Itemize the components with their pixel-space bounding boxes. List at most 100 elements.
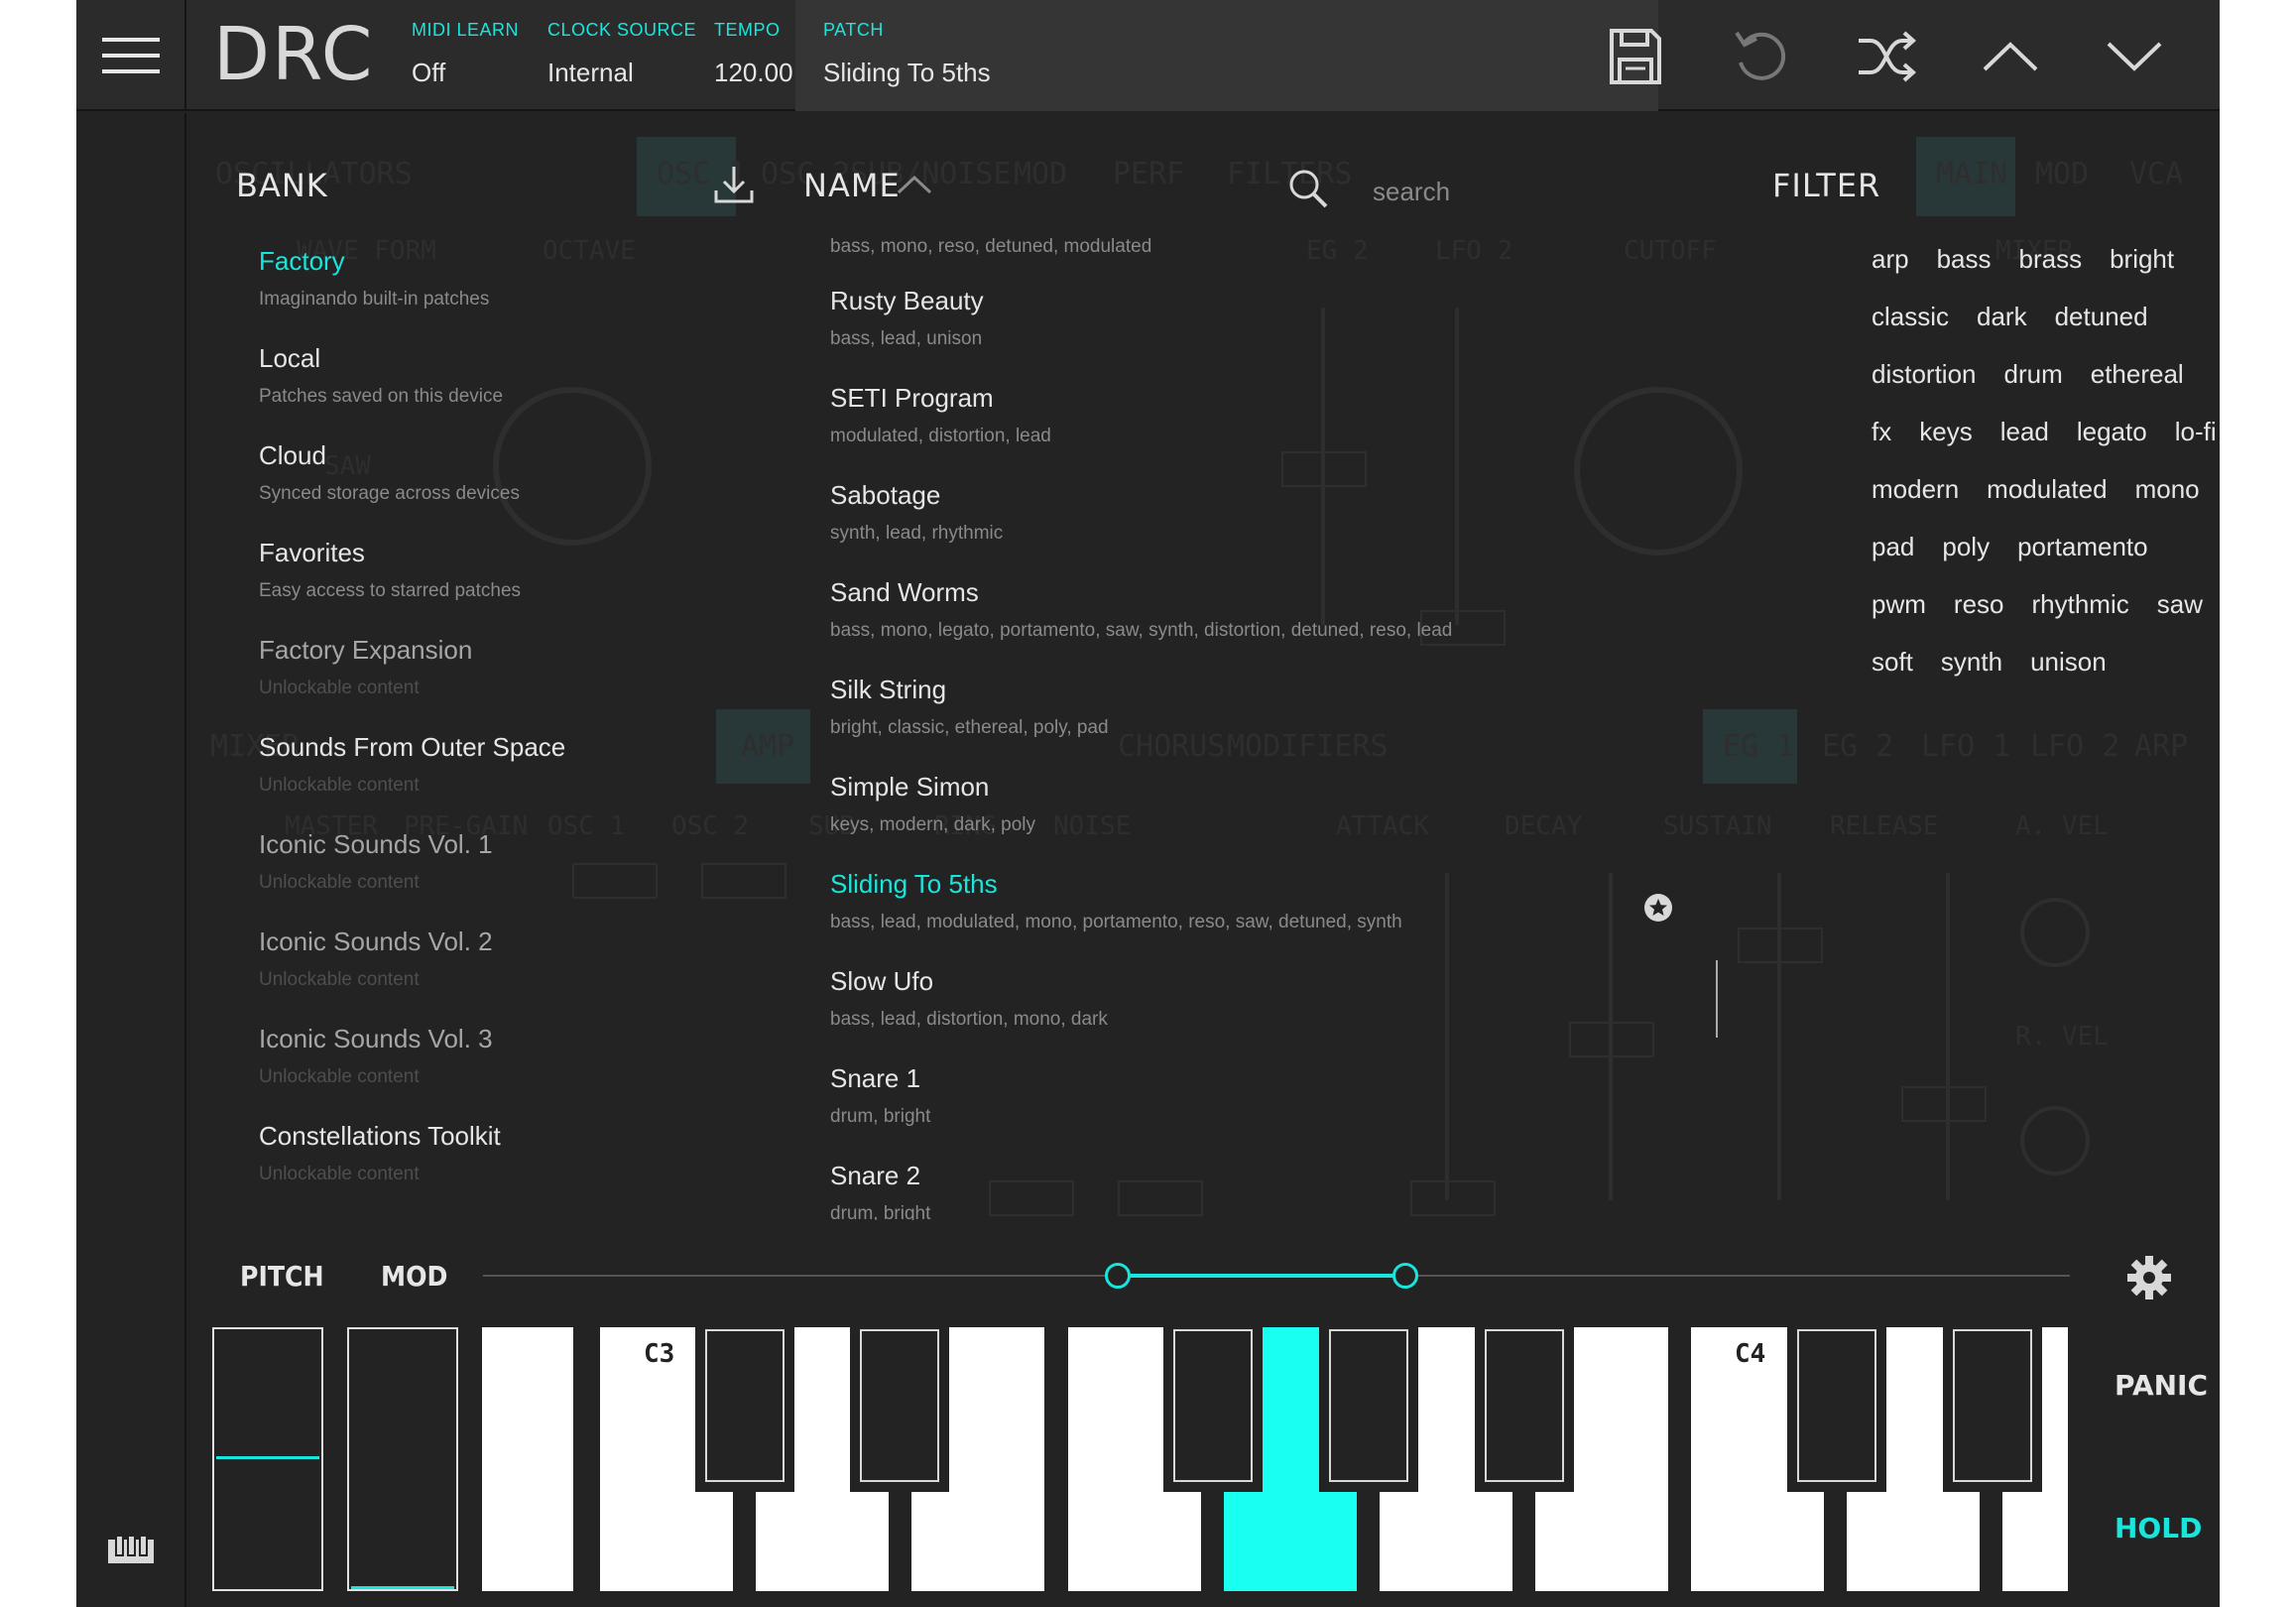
filter-tag[interactable]: mono	[2135, 474, 2200, 505]
piano-key-black-gap	[573, 1325, 600, 1492]
bank-item[interactable]: Local Patches saved on this device	[259, 343, 775, 408]
panic-button[interactable]: PANIC	[2115, 1369, 2208, 1402]
next-patch-button[interactable]	[2100, 22, 2169, 91]
patch-item[interactable]: Sabotage synth, lead, rhythmic	[830, 480, 1643, 545]
piano-key-white[interactable]	[482, 1327, 573, 1591]
bank-item[interactable]: Factory Imaginando built-in patches	[259, 246, 775, 310]
piano-key-black[interactable]	[1163, 1325, 1263, 1492]
filter-tag[interactable]: bright	[2110, 244, 2174, 275]
filter-tag[interactable]: bass	[1937, 244, 1992, 275]
tempo-label: TEMPO	[714, 20, 781, 40]
filter-tag[interactable]: modern	[1872, 474, 1959, 505]
filter-tag[interactable]: fx	[1872, 417, 1891, 447]
filter-tag[interactable]: rhythmic	[2031, 589, 2128, 620]
bank-item[interactable]: Factory Expansion Unlockable content	[259, 635, 775, 699]
pitch-wheel[interactable]	[212, 1327, 323, 1591]
clock-source-field[interactable]: CLOCK SOURCE Internal	[547, 0, 696, 111]
filter-tag[interactable]: lead	[2000, 417, 2049, 447]
filter-tag[interactable]: detuned	[2055, 302, 2148, 332]
mod-wheel[interactable]	[347, 1327, 458, 1591]
patch-item[interactable]: Snare 1 drum, bright	[830, 1063, 1643, 1128]
bank-name: Local	[259, 343, 321, 373]
ghost-knob	[2020, 898, 2090, 967]
filter-tag[interactable]: distortion	[1872, 359, 1977, 390]
octave-label-c4: C4	[1735, 1339, 1766, 1369]
range-start-handle[interactable]	[1105, 1263, 1131, 1289]
favorite-button[interactable]	[1643, 893, 1673, 927]
tempo-field[interactable]: TEMPO 120.00	[714, 0, 793, 111]
filter-tag[interactable]: saw	[2157, 589, 2203, 620]
ghost-label: MAIN	[1936, 157, 2008, 191]
bank-item[interactable]: Iconic Sounds Vol. 1 Unlockable content	[259, 829, 775, 894]
patch-item[interactable]: Sliding To 5ths bass, lead, modulated, mo…	[830, 869, 1643, 933]
ghost-label: MOD	[1014, 157, 1068, 191]
filter-tag[interactable]: portamento	[2017, 532, 2148, 562]
undo-button[interactable]	[1726, 22, 1795, 91]
filter-tag[interactable]: ethereal	[2091, 359, 2184, 390]
patch-item[interactable]: Slow Ufo bass, lead, distortion, mono, da…	[830, 966, 1643, 1031]
patch-name: Rusty Beauty	[830, 286, 984, 315]
piano-key-black[interactable]	[695, 1325, 794, 1492]
app-logo: DRC	[213, 12, 375, 97]
keyboard-settings-button[interactable]	[2127, 1256, 2171, 1304]
filter-tag[interactable]: poly	[1942, 532, 1990, 562]
previous-patch-button[interactable]	[1976, 22, 2045, 91]
piano-key-black[interactable]	[850, 1325, 949, 1492]
name-header[interactable]: NAME	[803, 167, 901, 204]
hold-button[interactable]: HOLD	[2115, 1512, 2202, 1545]
bank-name: Constellations Toolkit	[259, 1121, 501, 1151]
patch-item[interactable]: Sand Worms bass, mono, legato, portamento…	[830, 577, 1643, 642]
filter-tag[interactable]: reso	[1954, 589, 2004, 620]
search-field[interactable]: search	[1288, 159, 1725, 218]
piano-key-black[interactable]	[1787, 1325, 1886, 1492]
octave-label-c3: C3	[644, 1339, 675, 1369]
patch-field[interactable]: PATCH Sliding To 5ths	[795, 0, 1658, 111]
filter-tag[interactable]: brass	[2019, 244, 2083, 275]
bank-item[interactable]: Cloud Synced storage across devices	[259, 440, 775, 505]
download-icon	[714, 167, 754, 203]
save-button[interactable]	[1601, 22, 1670, 91]
filter-tag[interactable]: dark	[1977, 302, 2027, 332]
piano-key-black[interactable]	[1475, 1325, 1574, 1492]
filter-tag[interactable]: lo-fi	[2175, 417, 2217, 447]
range-end-handle[interactable]	[1392, 1263, 1418, 1289]
sort-ascending-button[interactable]	[897, 175, 932, 199]
filter-tag-row: arp bass brass bright	[1872, 244, 2202, 284]
piano-key-black[interactable]	[1943, 1325, 2042, 1492]
ghost-label: EG 2	[1822, 729, 1894, 764]
patch-tags: drum, bright	[830, 1106, 931, 1127]
piano-key-black[interactable]	[1319, 1325, 1418, 1492]
patch-list[interactable]: Rusty Beauty bass, lead, unison SETI Progr…	[830, 228, 1643, 1220]
filter-tag-row: soft synth unison	[1872, 647, 2134, 686]
filter-tag[interactable]: pad	[1872, 532, 1914, 562]
import-bank-button[interactable]	[714, 165, 754, 209]
patch-item[interactable]: Silk String bright, classic, ethereal, po…	[830, 675, 1643, 739]
menu-button[interactable]	[76, 0, 186, 111]
bank-description: Synced storage across devices	[259, 483, 520, 504]
bank-description: Unlockable content	[259, 1066, 420, 1087]
keyboard-toggle-button[interactable]	[108, 1535, 154, 1572]
keyboard-range-selection	[1118, 1274, 1405, 1278]
bank-item[interactable]: Iconic Sounds Vol. 3 Unlockable content	[259, 1024, 775, 1088]
bank-item[interactable]: Sounds From Outer Space Unlockable conten…	[259, 732, 775, 797]
filter-tag[interactable]: classic	[1872, 302, 1949, 332]
patch-item[interactable]: Rusty Beauty bass, lead, unison	[830, 286, 1643, 350]
patch-item[interactable]: Snare 2 drum, bright	[830, 1161, 1643, 1220]
filter-tag[interactable]: soft	[1872, 647, 1913, 678]
filter-tag[interactable]: synth	[1941, 647, 2002, 678]
patch-item[interactable]: SETI Program modulated, distortion, lead	[830, 383, 1643, 447]
filter-tag-row: distortion drum ethereal	[1872, 359, 2212, 399]
filter-tag[interactable]: arp	[1872, 244, 1909, 275]
filter-tag[interactable]: unison	[2030, 647, 2107, 678]
filter-tag[interactable]: legato	[2077, 417, 2147, 447]
bank-item[interactable]: Iconic Sounds Vol. 2 Unlockable content	[259, 927, 775, 991]
midi-learn-field[interactable]: MIDI LEARN Off	[412, 0, 521, 111]
filter-tag[interactable]: pwm	[1872, 589, 1926, 620]
filter-tag[interactable]: keys	[1919, 417, 1972, 447]
bank-item[interactable]: Favorites Easy access to starred patches	[259, 538, 775, 602]
bank-item[interactable]: Constellations Toolkit Unlockable content	[259, 1121, 775, 1185]
shuffle-button[interactable]	[1852, 22, 1921, 91]
patch-item[interactable]: Simple Simon keys, modern, dark, poly	[830, 772, 1643, 836]
filter-tag[interactable]: modulated	[1987, 474, 2107, 505]
filter-tag[interactable]: drum	[2004, 359, 2063, 390]
